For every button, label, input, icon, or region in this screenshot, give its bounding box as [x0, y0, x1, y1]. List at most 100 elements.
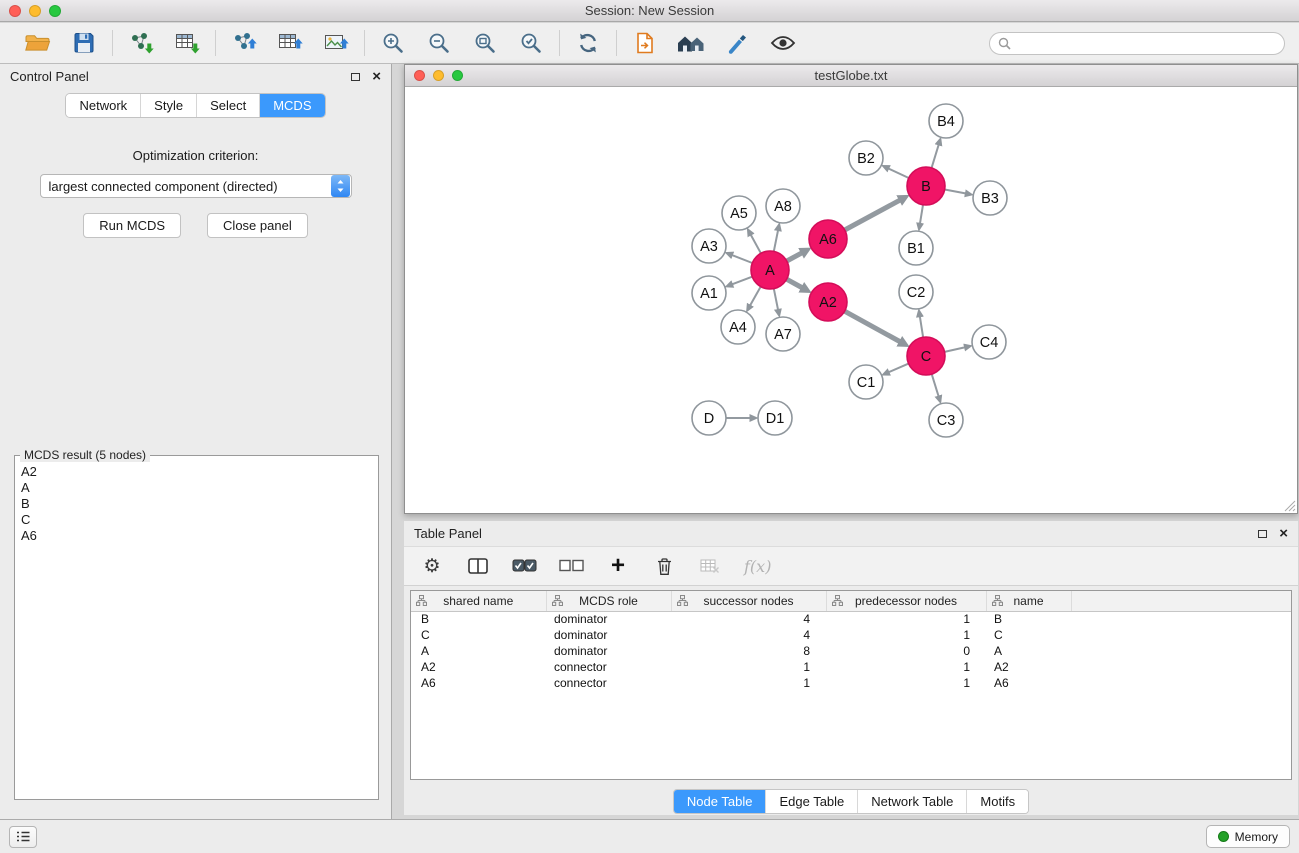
show-columns-button[interactable]: [466, 551, 490, 581]
delete-table-button[interactable]: [698, 551, 722, 581]
network-window-titlebar[interactable]: testGlobe.txt: [405, 65, 1297, 87]
graph-edge-C-C4[interactable]: [945, 347, 965, 352]
create-column-button[interactable]: +: [606, 551, 630, 581]
mcds-result-item[interactable]: B: [21, 496, 372, 512]
mcds-result-list: A2ABCA6: [15, 456, 378, 544]
cell: A2: [411, 659, 546, 675]
zoom-fit-button[interactable]: [470, 28, 500, 58]
close-table-panel-icon[interactable]: ×: [1279, 526, 1288, 541]
search-icon: [998, 37, 1011, 50]
graph-node-label-A8: A8: [774, 199, 792, 215]
attribute-tree-icon: [677, 595, 688, 609]
tab-style[interactable]: Style: [140, 94, 196, 117]
minimize-window-button[interactable]: [29, 5, 41, 17]
minimize-network-button[interactable]: [433, 70, 444, 81]
function-builder-button[interactable]: f(x): [744, 551, 771, 581]
paintbrush-button[interactable]: [722, 28, 752, 58]
delete-table-icon: [700, 558, 720, 574]
tab-edge-table[interactable]: Edge Table: [765, 790, 857, 813]
network-view-window: testGlobe.txt B4B2BB3A8A5A6A3B1AC2A1A2A4…: [404, 64, 1298, 514]
column-header-name[interactable]: name: [986, 591, 1071, 611]
graph-edge-B-B4[interactable]: [932, 145, 939, 168]
save-session-button[interactable]: [69, 28, 99, 58]
close-window-button[interactable]: [9, 5, 21, 17]
run-mcds-button[interactable]: Run MCDS: [83, 213, 181, 238]
table-row-A2[interactable]: A2connector11A2: [411, 659, 1291, 675]
mcds-result-item[interactable]: C: [21, 512, 372, 528]
mcds-result-item[interactable]: A2: [21, 464, 372, 480]
task-history-button[interactable]: [9, 826, 37, 848]
graph-edge-B-B3[interactable]: [945, 190, 966, 194]
graph-edge-A-A3[interactable]: [732, 255, 752, 263]
zoom-network-button[interactable]: [452, 70, 463, 81]
tab-network[interactable]: Network: [66, 94, 140, 117]
column-header-predecessor-nodes[interactable]: predecessor nodes: [826, 591, 986, 611]
graph-edge-C-C3[interactable]: [932, 374, 939, 396]
graph-edge-C-C1[interactable]: [889, 364, 909, 373]
export-network-button[interactable]: [229, 28, 259, 58]
tab-select[interactable]: Select: [196, 94, 259, 117]
table-row-C[interactable]: Cdominator41C: [411, 627, 1291, 643]
float-table-panel-icon[interactable]: [1258, 530, 1267, 538]
network-canvas[interactable]: B4B2BB3A8A5A6A3B1AC2A1A2A4A7C4CC1C3DD1: [405, 87, 1297, 513]
table-settings-button[interactable]: ⚙: [420, 551, 444, 581]
refresh-button[interactable]: [573, 28, 603, 58]
zoom-in-button[interactable]: [378, 28, 408, 58]
graph-edge-C-C2[interactable]: [920, 317, 923, 338]
open-session-button[interactable]: [23, 28, 53, 58]
column-header-successor-nodes[interactable]: successor nodes: [671, 591, 826, 611]
column-header-shared-name[interactable]: shared name: [411, 591, 546, 611]
graph-edge-A-A4[interactable]: [750, 287, 761, 306]
search-input[interactable]: [1016, 36, 1276, 50]
graph-edge-A-A5[interactable]: [751, 235, 761, 253]
cell: dominator: [546, 611, 671, 627]
tab-network-table[interactable]: Network Table: [857, 790, 966, 813]
resize-grip[interactable]: [1284, 500, 1296, 512]
network-traffic-lights: [414, 70, 463, 81]
deselect-all-button[interactable]: [559, 551, 584, 581]
eye-button[interactable]: [768, 28, 798, 58]
graph-edge-A2-C[interactable]: [845, 311, 900, 341]
graph-edge-A-A7[interactable]: [774, 289, 778, 310]
delete-column-button[interactable]: [652, 551, 676, 581]
import-table-button[interactable]: [172, 28, 202, 58]
home-button[interactable]: [676, 28, 706, 58]
export-image-button[interactable]: [321, 28, 351, 58]
float-panel-icon[interactable]: [351, 73, 360, 81]
select-all-button[interactable]: [512, 551, 537, 581]
graph-edge-A-A2[interactable]: [787, 279, 802, 287]
table-row-A6[interactable]: A6connector11A6: [411, 675, 1291, 691]
table-row-A[interactable]: Adominator80A: [411, 643, 1291, 659]
column-header-filler: [1071, 591, 1291, 611]
optimization-criterion-select[interactable]: largest connected component (directed): [40, 174, 352, 198]
graph-edge-A-A6[interactable]: [787, 253, 802, 261]
mcds-result-item[interactable]: A: [21, 480, 372, 496]
graph-edge-A-A8[interactable]: [774, 231, 778, 252]
tab-motifs[interactable]: Motifs: [966, 790, 1028, 813]
tab-node-table[interactable]: Node Table: [674, 790, 766, 813]
graph-edge-B-B1[interactable]: [920, 205, 923, 224]
import-network-button[interactable]: [126, 28, 156, 58]
zoom-out-button[interactable]: [424, 28, 454, 58]
save-floppy-icon: [72, 31, 96, 55]
export-table-button[interactable]: [275, 28, 305, 58]
traffic-lights: [9, 5, 61, 17]
graph-edge-B-B2[interactable]: [889, 169, 909, 178]
search-field: [989, 32, 1285, 55]
zoom-window-button[interactable]: [49, 5, 61, 17]
table-row-B[interactable]: Bdominator41B: [411, 611, 1291, 627]
mcds-result-item[interactable]: A6: [21, 528, 372, 544]
column-header-mcds-role[interactable]: MCDS role: [546, 591, 671, 611]
app-titlebar[interactable]: Session: New Session: [0, 0, 1299, 22]
document-button[interactable]: [630, 28, 660, 58]
column-label: successor nodes: [703, 594, 793, 608]
graph-edge-A6-B[interactable]: [845, 200, 900, 230]
zoom-selected-button[interactable]: [516, 28, 546, 58]
graph-edge-A-A1[interactable]: [732, 277, 752, 285]
close-network-button[interactable]: [414, 70, 425, 81]
close-panel-button[interactable]: Close panel: [207, 213, 308, 238]
tab-mcds[interactable]: MCDS: [259, 94, 324, 117]
cell: 1: [826, 675, 986, 691]
close-panel-icon[interactable]: ×: [372, 69, 381, 84]
memory-button[interactable]: Memory: [1206, 825, 1290, 848]
